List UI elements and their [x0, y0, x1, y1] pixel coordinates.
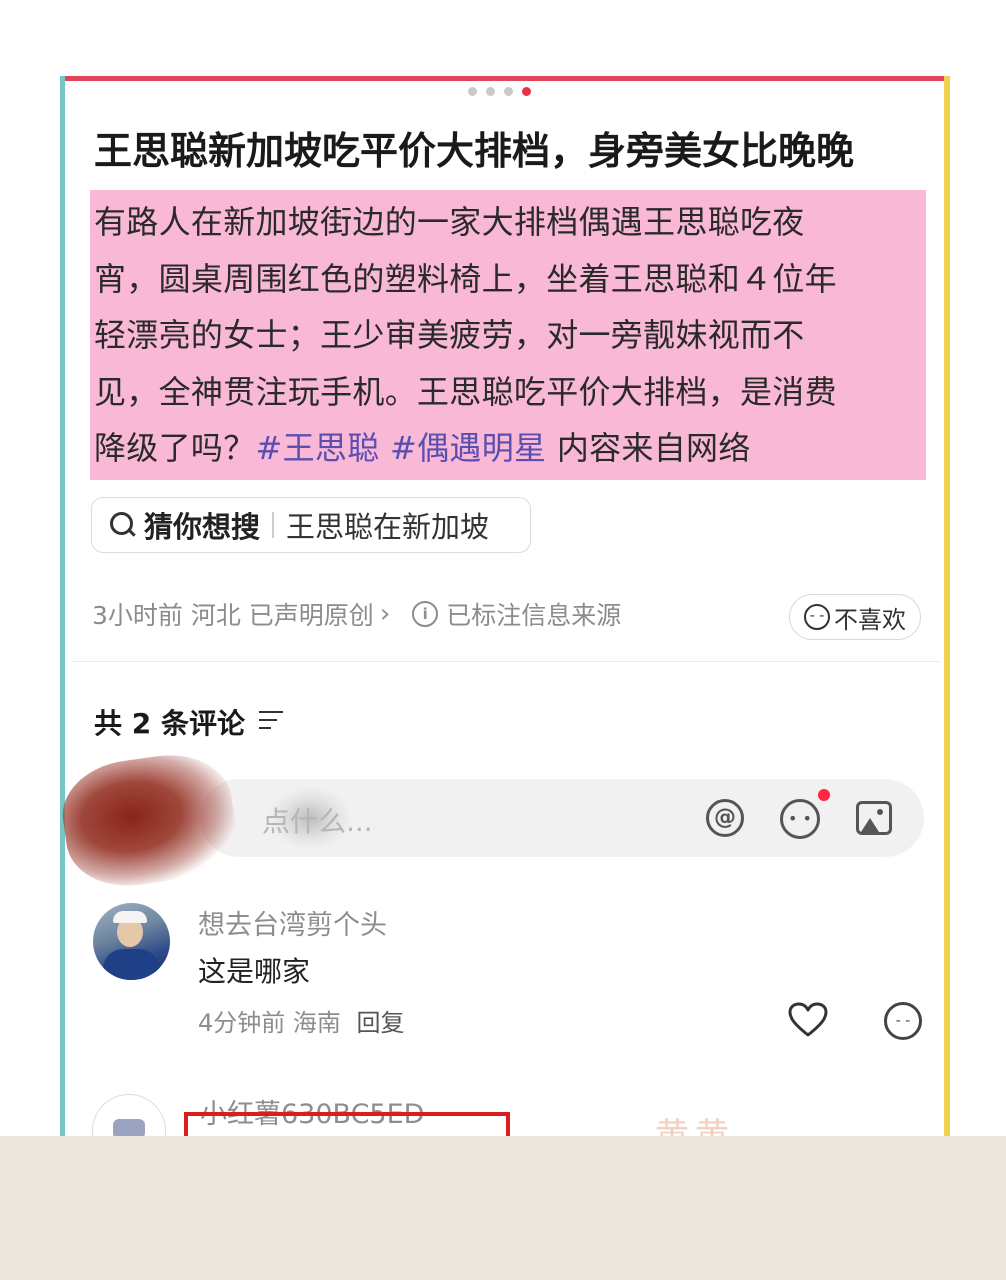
search-suggestion-chip[interactable]: 猜你想搜 王思聪在新加坡 [91, 497, 531, 553]
comment-count: 共 2 条评论 [94, 707, 245, 740]
heart-icon[interactable] [788, 1002, 828, 1038]
dislike-button[interactable]: - - 不喜欢 [789, 594, 921, 640]
post-body-line: 轻漂亮的女士；王少审美疲劳，对一旁靓妹视而不 [94, 316, 805, 354]
comment-meta: 4分钟前 海南 回复 [198, 1003, 405, 1038]
info-icon: i [412, 601, 439, 627]
hashtag-link[interactable]: #偶遇明星 [390, 429, 546, 467]
source-note[interactable]: 已标注信息来源 [446, 596, 621, 632]
meh-face-icon: - - [804, 604, 830, 630]
post-body-text: 内容来自网络 [556, 429, 751, 467]
post-body-text: 降级了吗？ [94, 429, 256, 467]
frame-right-border [944, 76, 950, 1136]
page-dot[interactable] [486, 87, 495, 96]
search-icon [110, 512, 136, 538]
post-body: 有路人在新加坡街边的一家大排档偶遇王思聪吃夜 宵，圆桌周围红色的塑料椅上，坐着王… [94, 194, 914, 477]
post-body-line: 宵，圆桌周围红色的塑料椅上，坐着王思聪和４位年 [94, 259, 837, 298]
image-icon[interactable] [856, 801, 892, 835]
notification-dot [818, 789, 830, 801]
page-indicator [468, 87, 531, 96]
comment-username[interactable]: 想去台湾剪个头 [198, 903, 387, 942]
comment-time-location: 4分钟前 海南 [198, 1009, 341, 1037]
comment-input-placeholder[interactable]: 点什么... [262, 800, 373, 840]
suggestion-label: 猜你想搜 [144, 510, 261, 544]
chevron-right-icon[interactable]: › [380, 599, 390, 629]
post-meta: 3小时前 河北 已声明原创 › i 已标注信息来源 [92, 596, 621, 632]
sort-icon[interactable] [259, 711, 283, 731]
suggestion-query: 王思聪在新加坡 [286, 510, 490, 544]
hashtag-link[interactable]: #王思聪 [256, 429, 380, 467]
page-dot-active[interactable] [522, 87, 531, 96]
post-body-line: 有路人在新加坡街边的一家大排档偶遇王思聪吃夜 [94, 203, 805, 241]
post-body-line: 见，全神贯注玩手机。王思聪吃平价大排档，是消费 [94, 372, 837, 411]
post-body-line-last: 降级了吗？#王思聪 #偶遇明星 内容来自网络 [94, 420, 914, 477]
bottom-blank-area [0, 1136, 1006, 1280]
redaction-scribble [56, 746, 242, 895]
page-dot[interactable] [504, 87, 513, 96]
frame-left-border [60, 76, 65, 1136]
mention-icon[interactable]: @ [706, 799, 744, 837]
page-dot[interactable] [468, 87, 477, 96]
comment-text: 这是哪家 [198, 955, 311, 988]
frame-top-border [60, 76, 950, 81]
divider [272, 512, 275, 538]
reply-button[interactable]: 回复 [357, 1009, 405, 1037]
dislike-label: 不喜欢 [834, 605, 906, 634]
post-title: 王思聪新加坡吃平价大排档，身旁美女比晚晚 [94, 129, 855, 173]
emoji-icon[interactable]: • • [780, 799, 820, 839]
avatar[interactable] [93, 903, 170, 980]
section-divider [72, 661, 940, 662]
dislike-face-icon[interactable]: - - [884, 1002, 922, 1040]
post-time-location[interactable]: 3小时前 河北 已声明原创 [92, 596, 374, 632]
